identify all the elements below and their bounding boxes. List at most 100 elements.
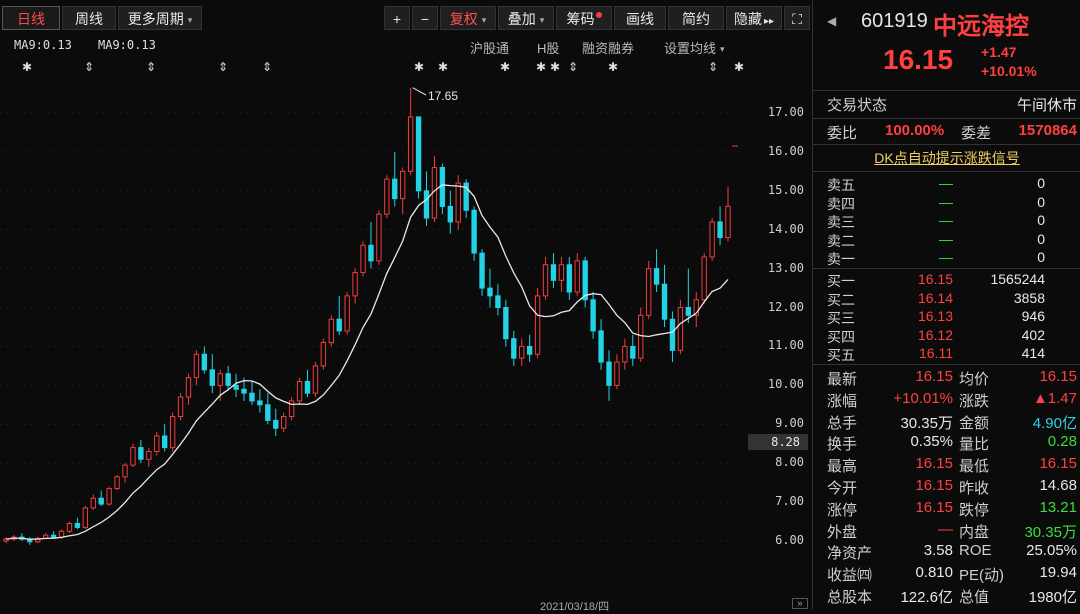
candle-body — [614, 361, 620, 386]
prev-stock-icon[interactable]: ◀ — [827, 14, 836, 28]
price-change-percent: +10.01% — [981, 63, 1037, 79]
price-tick-label: 9.00 — [775, 416, 804, 431]
quote-value: +10.01% — [893, 389, 953, 407]
candle-body — [590, 299, 596, 332]
ask-level-label: 卖四 — [827, 195, 855, 212]
trade-status-label: 交易状态 — [827, 97, 888, 114]
candle-body — [495, 295, 501, 309]
candle-body — [392, 178, 398, 200]
candle-body — [407, 116, 414, 172]
ma9-line — [5, 184, 729, 540]
quote-label: 内盘 — [959, 523, 990, 541]
bid-row[interactable]: 买五 16.11 414 — [813, 345, 1080, 363]
quote-row: 涨幅 +10.01% 涨跌 ▲1.47 — [813, 390, 1080, 412]
quote-label: 总手 — [827, 414, 858, 432]
quote-value: 0.810 — [915, 564, 953, 582]
candle-body — [336, 318, 342, 332]
stock-name: 中远海控 — [933, 13, 1029, 40]
quote-row: 今开 16.15 昨收 14.68 — [813, 477, 1080, 499]
candle-body — [344, 295, 350, 332]
quote-label: 均价 — [959, 371, 990, 388]
candle-body — [368, 244, 374, 262]
candle-body — [304, 380, 311, 394]
candle-body — [90, 497, 96, 509]
bid-row[interactable]: 买三 16.13 946 — [813, 308, 1080, 326]
candle-body — [352, 272, 358, 297]
order-ratio-label: 委比 — [827, 125, 858, 142]
ask-price: — — [939, 193, 953, 210]
candle-body — [653, 268, 660, 285]
ask-row[interactable]: 卖一 — 0 — [813, 249, 1080, 267]
price-tick-label: 13.00 — [767, 260, 804, 275]
quote-row: 涨停 16.15 跌停 13.21 — [813, 499, 1080, 521]
candle-body — [281, 415, 287, 429]
order-ratio-value: 100.00% — [885, 122, 945, 139]
bid-volume: 3858 — [1013, 289, 1045, 306]
candle-body — [177, 396, 184, 417]
bid-volume: 414 — [1021, 345, 1045, 361]
candle-body — [114, 476, 120, 489]
candle-body — [447, 205, 453, 223]
candle-body — [58, 530, 65, 538]
bid-row[interactable]: 买四 16.12 402 — [813, 327, 1080, 345]
kline-chart-area[interactable]: 日线 周线 更多周期 ▾ + − 复权 ▾ 叠加 ▾ 筹码 画线 简约 隐藏 ▸▸ ⛶ … — [0, 0, 812, 613]
bid-volume: 402 — [1021, 326, 1045, 343]
trade-status-value: 午间休市 — [1016, 97, 1077, 114]
ask-row[interactable]: 卖四 — 0 — [813, 194, 1080, 212]
dk-signal-link[interactable]: DK点自动提示涨跌信号 — [813, 146, 1080, 170]
candle-body — [130, 447, 136, 466]
quote-value: 16.15 — [915, 368, 953, 385]
candle-body — [249, 392, 255, 402]
quote-row: 外盘 — 内盘 30.35万 — [813, 521, 1080, 543]
quote-row: 总股本 122.6亿 总值 1980亿 — [813, 586, 1080, 608]
candle-body — [154, 435, 160, 453]
candle-body — [82, 507, 89, 528]
candle-body — [574, 260, 580, 293]
last-price: 16.15 — [883, 44, 954, 75]
high-arrow — [412, 87, 427, 96]
candle-body — [225, 373, 231, 386]
bid-price: 16.13 — [917, 308, 953, 324]
price-change: +1.47 — [981, 44, 1017, 60]
bid-row[interactable]: 买一 16.15 1565244 — [813, 271, 1080, 289]
ask-level-label: 卖五 — [827, 177, 855, 193]
ask-row[interactable]: 卖三 — 0 — [813, 212, 1080, 230]
quote-label: 最高 — [827, 458, 858, 476]
bid-level-label: 买二 — [827, 291, 855, 308]
candle-body — [328, 318, 334, 344]
ask-price: — — [939, 212, 953, 228]
candle-body — [320, 342, 327, 367]
candle-body — [606, 361, 612, 386]
candle-body — [622, 345, 628, 363]
quote-row: 净资产 3.58 ROE 25.05% — [813, 542, 1080, 564]
candle-body — [558, 264, 565, 281]
ask-row[interactable]: 卖五 — 0 — [813, 175, 1080, 193]
candle-body — [471, 209, 477, 254]
bid-price: 16.15 — [917, 271, 953, 287]
candle-body — [511, 338, 517, 359]
ask-row[interactable]: 卖二 — 0 — [813, 231, 1080, 249]
quote-label: 总值 — [959, 589, 990, 606]
bid-level-label: 买三 — [827, 310, 855, 326]
quote-value: 0.35% — [910, 433, 953, 451]
scroll-right-icon[interactable]: » — [792, 598, 808, 609]
candle-body — [193, 353, 200, 379]
candle-body — [201, 353, 208, 371]
candle-body — [50, 534, 57, 538]
candle-body — [138, 447, 144, 460]
candle-body — [566, 264, 573, 293]
candle-body — [185, 377, 192, 398]
candle-body — [257, 400, 263, 406]
ask-level-label: 卖三 — [827, 214, 855, 230]
price-tick-label: 10.00 — [767, 377, 804, 392]
candle-body — [661, 283, 668, 320]
candle-body — [296, 380, 303, 402]
quote-row: 换手 0.35% 量比 0.28 — [813, 433, 1080, 455]
high-price-annotation: 17.65 — [428, 89, 459, 103]
bid-row[interactable]: 买二 16.14 3858 — [813, 290, 1080, 308]
candle-body — [209, 369, 215, 386]
quote-label: ROE — [959, 542, 992, 560]
price-tick-label: 6.00 — [775, 533, 804, 547]
candle-body — [479, 252, 485, 289]
quote-panel: ◀ 601919 中远海控 16.15 +1.47 +10.01% 交易状态 午… — [812, 0, 1080, 609]
